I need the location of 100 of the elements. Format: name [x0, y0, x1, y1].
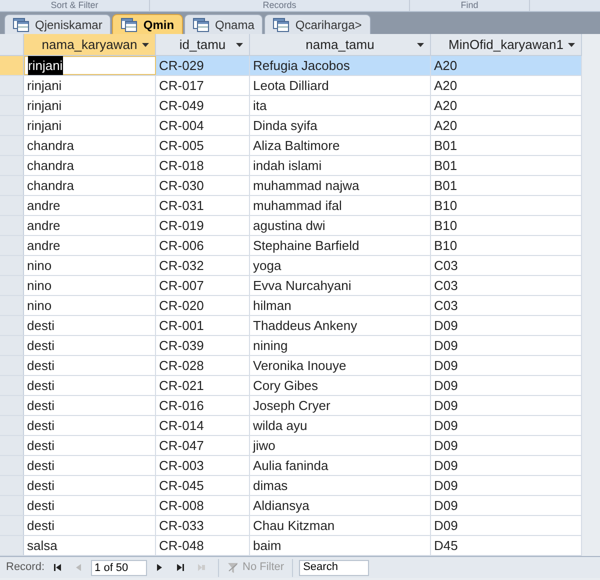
table-row[interactable]: rinjani CR-029 Refugia Jacobos A20 — [0, 56, 582, 76]
row-selector[interactable] — [0, 196, 24, 215]
table-cell: Leota Dilliard — [250, 76, 431, 95]
query-tab[interactable]: Qjeniskamar — [4, 14, 112, 34]
last-record-icon[interactable] — [176, 563, 185, 572]
table-cell: Thaddeus Ankeny — [250, 316, 431, 335]
ribbon-group-label: Records — [150, 0, 410, 11]
table-row[interactable]: desti CR-003 Aulia faninda D09 — [0, 456, 582, 476]
search-field[interactable]: Search — [299, 560, 370, 576]
table-cell: desti — [24, 436, 156, 455]
table-cell: agustina dwi — [250, 216, 431, 235]
row-selector[interactable] — [0, 96, 24, 115]
next-record-icon[interactable] — [154, 563, 164, 572]
table-row[interactable]: chandra CR-005 Aliza Baltimore B01 — [0, 136, 582, 156]
table-row[interactable]: rinjani CR-004 Dinda syifa A20 — [0, 116, 582, 136]
table-cell: desti — [24, 456, 156, 475]
table-cell: andre — [24, 196, 156, 215]
table-cell: CR-014 — [156, 416, 250, 435]
table-cell: CR-018 — [156, 156, 250, 175]
column-header[interactable]: nama_karyawan — [24, 34, 156, 55]
previous-record-icon[interactable] — [74, 563, 83, 572]
row-selector[interactable] — [0, 136, 24, 155]
table-row[interactable]: desti CR-039 nining D09 — [0, 336, 582, 356]
row-selector[interactable] — [0, 176, 24, 195]
select-all-corner[interactable] — [0, 34, 24, 55]
table-row[interactable]: andre CR-019 agustina dwi B10 — [0, 216, 582, 236]
table-row[interactable]: desti CR-045 dimas D09 — [0, 476, 582, 496]
table-row[interactable]: desti CR-001 Thaddeus Ankeny D09 — [0, 316, 582, 336]
table-cell: jiwo — [250, 436, 431, 455]
table-cell: CR-001 — [156, 316, 250, 335]
column-header[interactable]: MinOfid_karyawan1 — [431, 34, 582, 55]
row-selector[interactable] — [0, 496, 24, 515]
row-selector[interactable] — [0, 416, 24, 435]
dropdown-arrow-icon[interactable] — [236, 43, 243, 47]
query-tab[interactable]: Qnama — [184, 14, 264, 34]
table-row[interactable]: desti CR-016 Joseph Cryer D09 — [0, 396, 582, 416]
table-row[interactable]: andre CR-031 muhammad ifal B10 — [0, 196, 582, 216]
table-cell: CR-039 — [156, 336, 250, 355]
selected-cell-text[interactable]: rinjani — [28, 56, 63, 76]
table-cell: Veronika Inouye — [250, 356, 431, 375]
dropdown-arrow-icon[interactable] — [568, 43, 575, 47]
table-row[interactable]: desti CR-028 Veronika Inouye D09 — [0, 356, 582, 376]
row-selector[interactable] — [0, 376, 24, 395]
new-record-icon[interactable] — [196, 563, 206, 572]
table-row[interactable]: chandra CR-030 muhammad najwa B01 — [0, 176, 582, 196]
table-cell: indah islami — [250, 156, 431, 175]
table-cell: chandra — [24, 156, 156, 175]
table-cell: Chau Kitzman — [250, 516, 431, 535]
table-cell: wilda ayu — [250, 416, 431, 435]
query-tab[interactable]: Qmin — [112, 14, 184, 34]
table-row[interactable]: desti CR-033 Chau Kitzman D09 — [0, 516, 582, 536]
table-row[interactable]: andre CR-006 Stephaine Barfield B10 — [0, 236, 582, 256]
table-row[interactable]: salsa CR-048 baim D45 — [0, 536, 582, 556]
ribbon-group-label: Sort & Filter — [0, 0, 150, 11]
dropdown-arrow-icon[interactable] — [142, 43, 149, 47]
row-selector[interactable] — [0, 316, 24, 335]
first-record-icon[interactable] — [52, 563, 62, 572]
table-cell: muhammad ifal — [250, 196, 431, 215]
table-cell: CR-004 — [156, 116, 250, 135]
row-selector[interactable] — [0, 56, 24, 75]
row-selector[interactable] — [0, 536, 24, 555]
table-row[interactable]: desti CR-047 jiwo D09 — [0, 436, 582, 456]
record-position-field[interactable]: 1 of 50 — [90, 560, 147, 576]
table-cell: baim — [250, 536, 431, 555]
table-row[interactable]: nino CR-032 yoga C03 — [0, 256, 582, 276]
column-header[interactable]: nama_tamu — [250, 34, 431, 55]
row-selector[interactable] — [0, 156, 24, 175]
row-selector[interactable] — [0, 216, 24, 235]
record-label: Record: — [6, 560, 45, 576]
row-selector[interactable] — [0, 436, 24, 455]
table-cell: desti — [24, 416, 156, 435]
row-selector[interactable] — [0, 336, 24, 355]
row-selector[interactable] — [0, 396, 24, 415]
table-row[interactable]: desti CR-021 Cory Gibes D09 — [0, 376, 582, 396]
table-cell: CR-019 — [156, 216, 250, 235]
row-selector[interactable] — [0, 296, 24, 315]
row-selector[interactable] — [0, 456, 24, 475]
table-row[interactable]: rinjani CR-049 ita A20 — [0, 96, 582, 116]
row-selector[interactable] — [0, 516, 24, 535]
query-icon — [121, 18, 138, 32]
row-selector[interactable] — [0, 356, 24, 375]
table-cell: ita — [250, 96, 431, 115]
column-header[interactable]: id_tamu — [156, 34, 250, 55]
row-selector[interactable] — [0, 476, 24, 495]
table-row[interactable]: rinjani CR-017 Leota Dilliard A20 — [0, 76, 582, 96]
row-selector[interactable] — [0, 76, 24, 95]
table-row[interactable]: desti CR-008 Aldiansya D09 — [0, 496, 582, 516]
dropdown-arrow-icon[interactable] — [417, 43, 424, 47]
query-tab[interactable]: Qcariharga> — [264, 14, 371, 34]
row-selector[interactable] — [0, 276, 24, 295]
table-row[interactable]: desti CR-014 wilda ayu D09 — [0, 416, 582, 436]
row-selector[interactable] — [0, 236, 24, 255]
table-row[interactable]: chandra CR-018 indah islami B01 — [0, 156, 582, 176]
table-cell: rinjani — [24, 76, 156, 95]
table-row[interactable]: nino CR-020 hilman C03 — [0, 296, 582, 316]
table-cell: CR-020 — [156, 296, 250, 315]
table-row[interactable]: nino CR-007 Evva Nurcahyani C03 — [0, 276, 582, 296]
row-selector[interactable] — [0, 116, 24, 135]
row-selector[interactable] — [0, 256, 24, 275]
table-cell: CR-028 — [156, 356, 250, 375]
